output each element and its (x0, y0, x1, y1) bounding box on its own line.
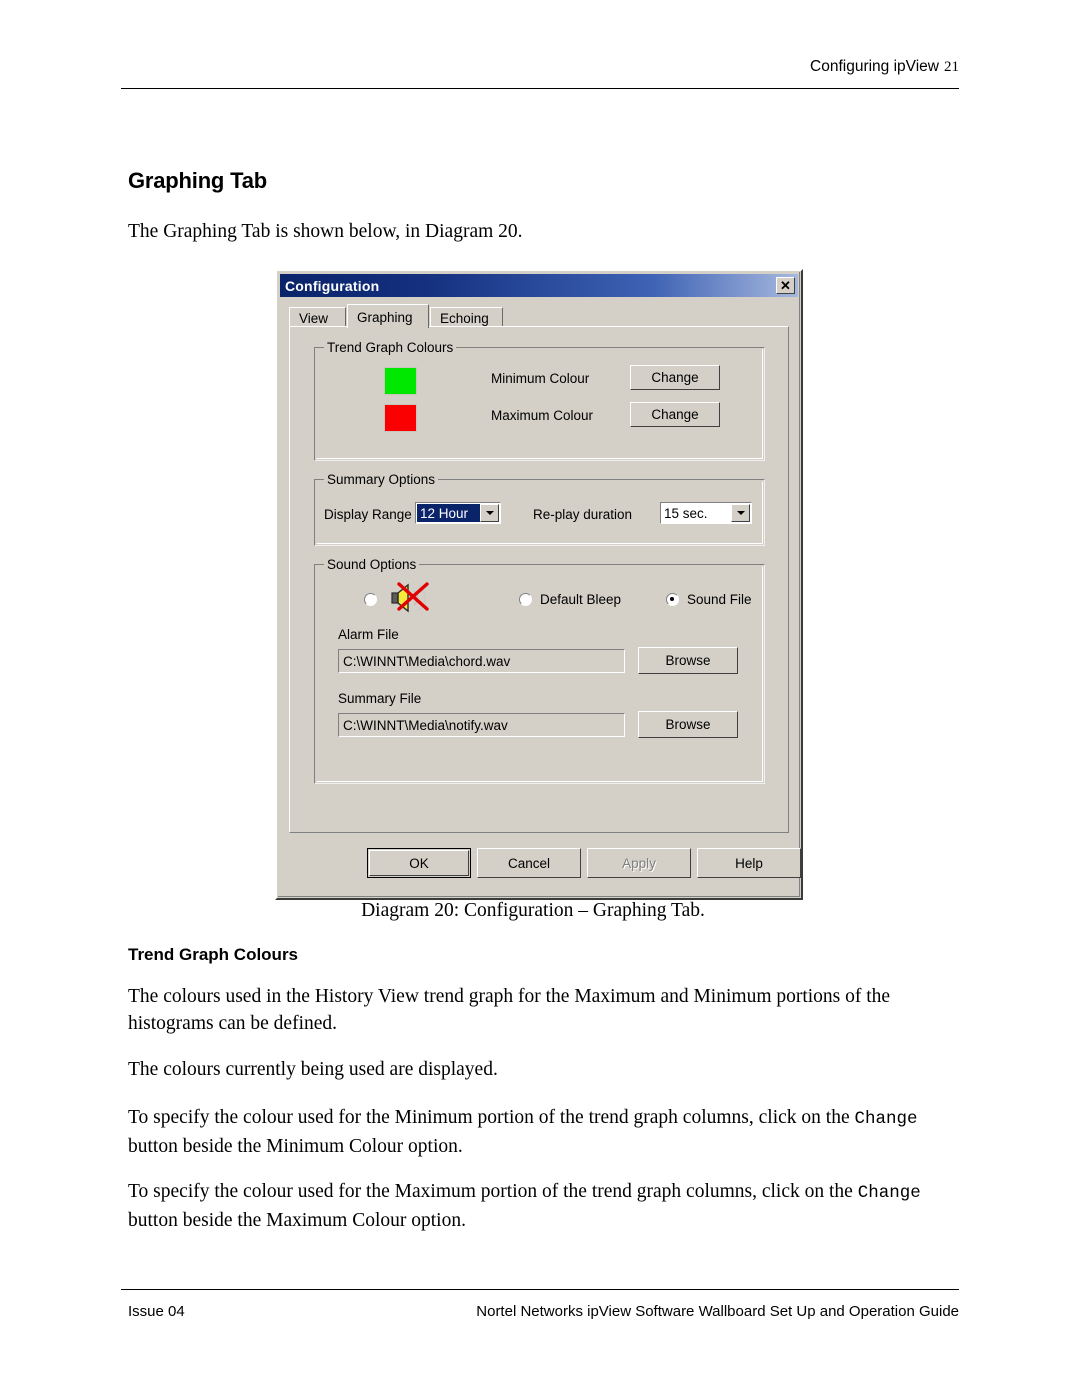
sound-options-legend: Sound Options (324, 557, 420, 572)
subsection-title: Trend Graph Colours (128, 945, 299, 964)
chevron-down-icon[interactable] (480, 504, 499, 522)
replay-duration-combo[interactable]: 15 sec. (660, 502, 752, 524)
paragraph-4: To specify the colour used for the Maxim… (128, 1178, 938, 1234)
dialog-titlebar[interactable]: Configuration ✕ (280, 274, 798, 297)
close-icon[interactable]: ✕ (776, 277, 795, 294)
tab-view-label: View (299, 310, 329, 326)
page-header: Configuring ipView 21 (121, 58, 959, 76)
replay-duration-label: Re-play duration (533, 507, 633, 522)
display-range-label: Display Range (324, 507, 412, 522)
apply-button[interactable]: Apply (587, 848, 691, 878)
footer-issue: Issue 04 (128, 1303, 185, 1320)
display-range-value: 12 Hour (417, 504, 480, 522)
summary-file-input[interactable]: C:\WINNT\Media\notify.wav (338, 713, 625, 737)
help-button[interactable]: Help (697, 848, 801, 878)
configuration-dialog: Configuration ✕ View Graphing Echoing Tr… (275, 269, 803, 900)
summary-options-legend: Summary Options (324, 472, 439, 487)
page-number: 21 (944, 59, 959, 75)
display-range-combo[interactable]: 12 Hour (415, 502, 501, 524)
maximum-change-label: Change (651, 407, 699, 422)
paragraph-4-part-a: To specify the colour used for the Maxim… (128, 1181, 858, 1202)
footer-guide-title: Nortel Networks ipView Software Wallboar… (476, 1303, 959, 1320)
minimum-change-label: Change (651, 370, 699, 385)
graphing-tab-panel: Trend Graph Colours Minimum Colour Chang… (289, 326, 789, 833)
paragraph-3-part-b: button beside the Minimum Colour option. (128, 1136, 463, 1157)
minimum-colour-swatch[interactable] (384, 367, 417, 395)
minimum-change-button[interactable]: Change (630, 365, 720, 390)
sound-file-label: Sound File (687, 592, 752, 607)
mute-radio[interactable] (364, 593, 377, 606)
figure-caption: Diagram 20: Configuration – Graphing Tab… (361, 900, 705, 921)
paragraph-2: The colours currently being used are dis… (128, 1059, 498, 1080)
minimum-colour-label: Minimum Colour (491, 371, 590, 386)
sound-file-radio[interactable] (666, 593, 679, 606)
mute-speaker-icon (388, 581, 430, 618)
tab-echoing-label: Echoing (440, 310, 489, 326)
page-title: Graphing Tab (128, 168, 267, 193)
dialog-title: Configuration (285, 277, 380, 294)
summary-file-label: Summary File (338, 691, 422, 706)
tabstrip: View Graphing Echoing (289, 304, 789, 328)
alarm-browse-button[interactable]: Browse (638, 647, 738, 674)
trend-graph-colours-legend: Trend Graph Colours (324, 340, 457, 355)
default-bleep-radio[interactable] (519, 593, 532, 606)
paragraph-4-code: Change (857, 1183, 921, 1203)
replay-duration-value: 15 sec. (664, 505, 708, 521)
paragraph-3-part-a: To specify the colour used for the Minim… (128, 1107, 855, 1128)
maximum-colour-swatch[interactable] (384, 404, 417, 432)
alarm-file-input[interactable]: C:\WINNT\Media\chord.wav (338, 649, 625, 673)
paragraph-1: The colours used in the History View tre… (128, 986, 891, 1034)
tab-graphing[interactable]: Graphing (347, 304, 429, 328)
sound-options-group: Sound Options Default Bleep Sound File A… (314, 557, 765, 784)
paragraph-3: To specify the colour used for the Minim… (128, 1104, 938, 1160)
cancel-button[interactable]: Cancel (477, 848, 581, 878)
cancel-label: Cancel (507, 855, 551, 871)
default-bleep-label: Default Bleep (540, 592, 622, 607)
maximum-colour-label: Maximum Colour (491, 408, 594, 423)
intro-paragraph: The Graphing Tab is shown below, in Diag… (128, 221, 523, 242)
trend-graph-colours-group: Trend Graph Colours Minimum Colour Chang… (314, 340, 765, 461)
help-label: Help (735, 855, 763, 871)
tab-graphing-label: Graphing (357, 310, 413, 325)
paragraph-4-part-b: button beside the Maximum Colour option. (128, 1210, 466, 1231)
maximum-change-button[interactable]: Change (630, 402, 720, 427)
apply-label: Apply (622, 855, 656, 871)
ok-button[interactable]: OK (367, 848, 471, 878)
header-divider (121, 88, 959, 89)
tab-view[interactable]: View (289, 307, 346, 327)
alarm-browse-label: Browse (665, 653, 711, 668)
chevron-down-icon[interactable] (731, 504, 750, 522)
ok-label: OK (409, 855, 429, 871)
footer-divider (121, 1289, 959, 1290)
summary-browse-label: Browse (665, 717, 711, 732)
alarm-file-label: Alarm File (338, 627, 399, 642)
summary-browse-button[interactable]: Browse (638, 711, 738, 738)
tab-echoing[interactable]: Echoing (430, 307, 503, 327)
page-header-title: Configuring ipView (810, 58, 939, 75)
summary-options-group: Summary Options Display Range 12 Hour Re… (314, 472, 765, 546)
paragraph-3-code: Change (854, 1109, 918, 1129)
